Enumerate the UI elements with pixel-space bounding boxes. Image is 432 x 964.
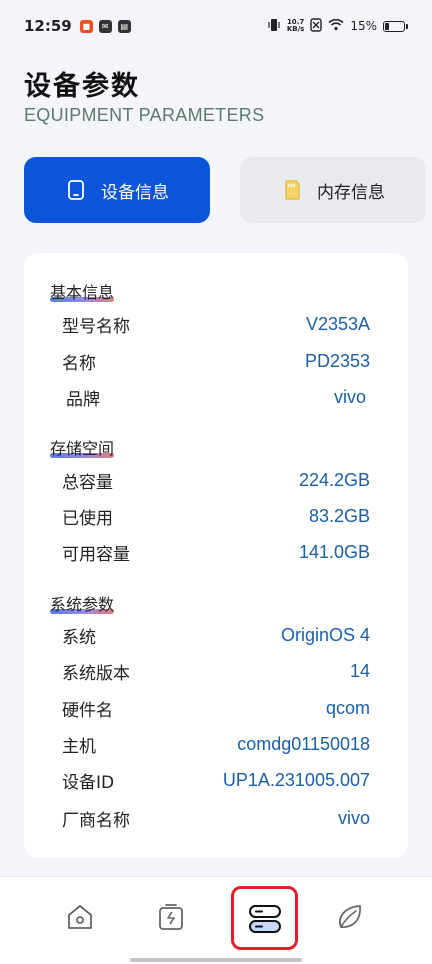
row-label: 可用容量	[62, 544, 130, 565]
row-value: 224.2GB	[298, 469, 370, 490]
info-row-host: 主机 comdg01150018	[62, 726, 370, 762]
row-label: 主机	[62, 736, 96, 757]
sim-off-icon	[310, 17, 323, 35]
row-value: OriginOS 4	[280, 624, 370, 645]
sd-card-icon	[281, 179, 303, 201]
nav-home[interactable]	[60, 899, 100, 939]
page-title: 设备参数	[24, 71, 140, 102]
home-icon	[64, 901, 96, 937]
tab-memory-info[interactable]: 内存信息	[240, 157, 426, 223]
row-label: 系统版本	[62, 663, 130, 684]
battery-percent: 15%	[350, 19, 377, 33]
network-speed: 10.7 KB/s	[287, 19, 304, 33]
row-label: 硬件名	[62, 700, 113, 721]
row-value: V2353A	[305, 313, 370, 334]
row-value: comdg01150018	[237, 733, 370, 754]
section-title-system: 系统参数	[50, 595, 115, 614]
battery-charge-icon	[155, 901, 187, 937]
tab-device-info[interactable]: 设备信息	[24, 157, 210, 223]
row-label: 已使用	[62, 508, 113, 529]
row-value: UP1A.231005.007	[222, 769, 370, 790]
app-notification-icon: ■	[79, 19, 93, 33]
info-row-model: 型号名称 V2353A	[62, 306, 370, 342]
status-time: 12:59	[24, 17, 72, 35]
leaf-icon	[334, 901, 366, 937]
row-value: 83.2GB	[308, 505, 370, 526]
home-indicator[interactable]	[130, 958, 302, 962]
network-speed-unit: KB/s	[286, 25, 305, 33]
info-row-system: 系统 OriginOS 4	[62, 617, 370, 653]
nav-device-params[interactable]	[245, 901, 285, 941]
info-row-manufacturer: 厂商名称 vivo	[62, 800, 370, 836]
status-bar: 12:59 ■ ✉ ▤ 10.7 KB/s 15%	[0, 0, 432, 52]
info-row-total-capacity: 总容量 224.2GB	[62, 462, 370, 498]
info-row-used: 已使用 83.2GB	[62, 498, 370, 534]
tablet-icon	[65, 179, 87, 201]
row-value: PD2353	[304, 350, 370, 371]
wifi-icon	[328, 18, 344, 34]
row-label: 名称	[62, 353, 96, 374]
info-row-system-version: 系统版本 14	[62, 653, 370, 689]
info-row-name: 名称 PD2353	[62, 343, 370, 379]
bottom-nav	[0, 876, 432, 964]
info-row-brand: 品牌 vivo	[66, 379, 366, 415]
battery-icon	[383, 20, 408, 32]
row-value: vivo	[337, 807, 370, 828]
row-label: 厂商名称	[62, 810, 130, 831]
row-label: 品牌	[66, 389, 100, 410]
row-label: 设备ID	[62, 772, 115, 793]
row-label: 系统	[62, 627, 96, 648]
row-value: 14	[349, 660, 370, 681]
info-row-device-id: 设备ID UP1A.231005.007	[62, 762, 370, 798]
row-label: 总容量	[62, 472, 113, 493]
tab-device-info-label: 设备信息	[101, 182, 169, 203]
vibrate-icon	[267, 18, 281, 35]
section-title-storage: 存储空间	[50, 439, 115, 458]
nav-battery[interactable]	[151, 899, 191, 939]
calendar-notification-icon: ▤	[117, 19, 131, 33]
mail-notification-icon: ✉	[98, 19, 112, 33]
device-info-card: 基本信息 型号名称 V2353A 名称 PD2353 品牌 vivo 存储空间 …	[24, 253, 408, 858]
section-title-basic: 基本信息	[50, 283, 115, 302]
row-value: vivo	[333, 386, 366, 407]
row-value: qcom	[325, 697, 370, 718]
tab-memory-info-label: 内存信息	[317, 182, 385, 203]
info-row-hardware: 硬件名 qcom	[62, 690, 370, 726]
page-subtitle: EQUIPMENT PARAMETERS	[24, 105, 265, 125]
nav-leaf[interactable]	[330, 899, 370, 939]
device-params-icon	[247, 901, 283, 941]
row-label: 型号名称	[62, 316, 130, 337]
info-row-available: 可用容量 141.0GB	[62, 534, 370, 570]
row-value: 141.0GB	[298, 541, 370, 562]
